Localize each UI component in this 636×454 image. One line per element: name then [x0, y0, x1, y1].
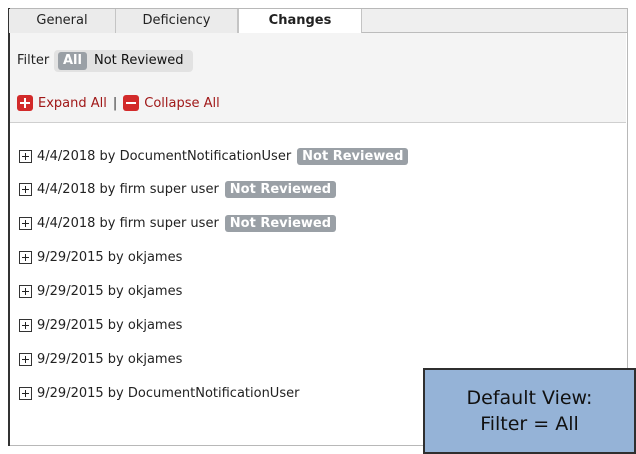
collapse-all-icon[interactable] — [123, 95, 140, 111]
expand-row-icon[interactable] — [19, 250, 32, 264]
expand-row-icon[interactable] — [19, 216, 32, 230]
expand-row-icon[interactable] — [19, 149, 32, 163]
change-text: 4/4/2018 by firm super user — [37, 181, 219, 197]
tab-general[interactable]: General — [9, 9, 116, 33]
change-text: 4/4/2018 by DocumentNotificationUser — [37, 148, 292, 164]
change-text: 9/29/2015 by okjames — [37, 283, 183, 299]
collapse-all-link[interactable]: Collapse All — [144, 96, 220, 111]
callout-line-1: Default View: — [466, 387, 593, 409]
tab-changes[interactable]: Changes — [238, 9, 362, 34]
filter-toggle-group: All Not Reviewed — [54, 50, 193, 72]
change-text: 9/29/2015 by okjames — [37, 317, 183, 333]
expand-collapse-row: Expand All | Collapse All — [17, 95, 220, 111]
callout-line-2: Filter = All — [480, 413, 579, 435]
change-text: 9/29/2015 by okjames — [37, 351, 183, 367]
tab-deficiency[interactable]: Deficiency — [116, 9, 238, 33]
change-text: 4/4/2018 by firm super user — [37, 215, 219, 231]
not-reviewed-badge: Not Reviewed — [224, 214, 337, 232]
expand-row-icon[interactable] — [19, 352, 32, 366]
filter-label: Filter — [17, 53, 50, 68]
list-item: 9/29/2015 by okjames — [10, 240, 610, 274]
expand-row-icon[interactable] — [19, 284, 32, 298]
filter-all-button[interactable]: All — [58, 52, 87, 70]
list-item: 4/4/2018 by DocumentNotificationUser Not… — [10, 140, 610, 172]
change-text: 9/29/2015 by DocumentNotificationUser — [37, 385, 300, 401]
expand-all-icon[interactable] — [17, 95, 33, 111]
action-separator: | — [112, 95, 118, 111]
list-item: 9/29/2015 by okjames — [10, 308, 610, 342]
list-item: 4/4/2018 by firm super user Not Reviewed — [10, 206, 610, 240]
annotation-callout: Default View: Filter = All — [423, 368, 636, 454]
not-reviewed-badge: Not Reviewed — [224, 180, 337, 198]
filter-not-reviewed-button[interactable]: Not Reviewed — [89, 52, 189, 70]
change-text: 9/29/2015 by okjames — [37, 249, 183, 265]
list-item: 4/4/2018 by firm super user Not Reviewed — [10, 172, 610, 206]
list-item: 9/29/2015 by okjames — [10, 274, 610, 308]
changes-toolbar: Filter All Not Reviewed Expand All | Col… — [10, 33, 626, 123]
expand-all-link[interactable]: Expand All — [38, 96, 107, 111]
expand-row-icon[interactable] — [19, 318, 32, 332]
not-reviewed-badge: Not Reviewed — [297, 147, 409, 165]
expand-row-icon[interactable] — [19, 182, 32, 196]
tab-bar: General Deficiency Changes — [9, 9, 627, 34]
expand-row-icon[interactable] — [19, 386, 32, 400]
